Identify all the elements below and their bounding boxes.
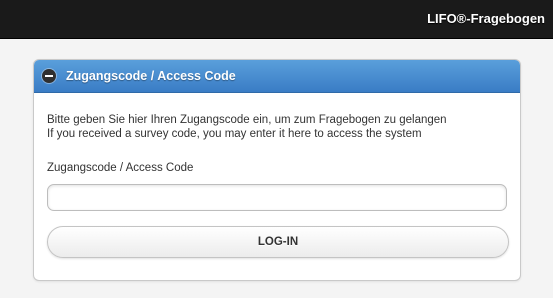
- panel-title: Zugangscode / Access Code: [66, 69, 236, 83]
- panel-header[interactable]: Zugangscode / Access Code: [34, 60, 520, 93]
- minus-circle-icon[interactable]: [42, 69, 56, 83]
- app-title: LIFO®-Fragebogen: [427, 11, 545, 26]
- access-code-input[interactable]: [47, 184, 507, 211]
- instructions: Bitte geben Sie hier Ihren Zugangscode e…: [47, 113, 517, 141]
- login-button[interactable]: LOG-IN: [47, 226, 509, 258]
- access-code-label: Zugangscode / Access Code: [47, 162, 194, 174]
- access-code-panel: Zugangscode / Access Code Bitte geben Si…: [33, 59, 521, 281]
- instruction-en: If you received a survey code, you may e…: [47, 128, 422, 140]
- top-bar: LIFO®-Fragebogen: [0, 0, 553, 39]
- instruction-de: Bitte geben Sie hier Ihren Zugangscode e…: [47, 114, 447, 126]
